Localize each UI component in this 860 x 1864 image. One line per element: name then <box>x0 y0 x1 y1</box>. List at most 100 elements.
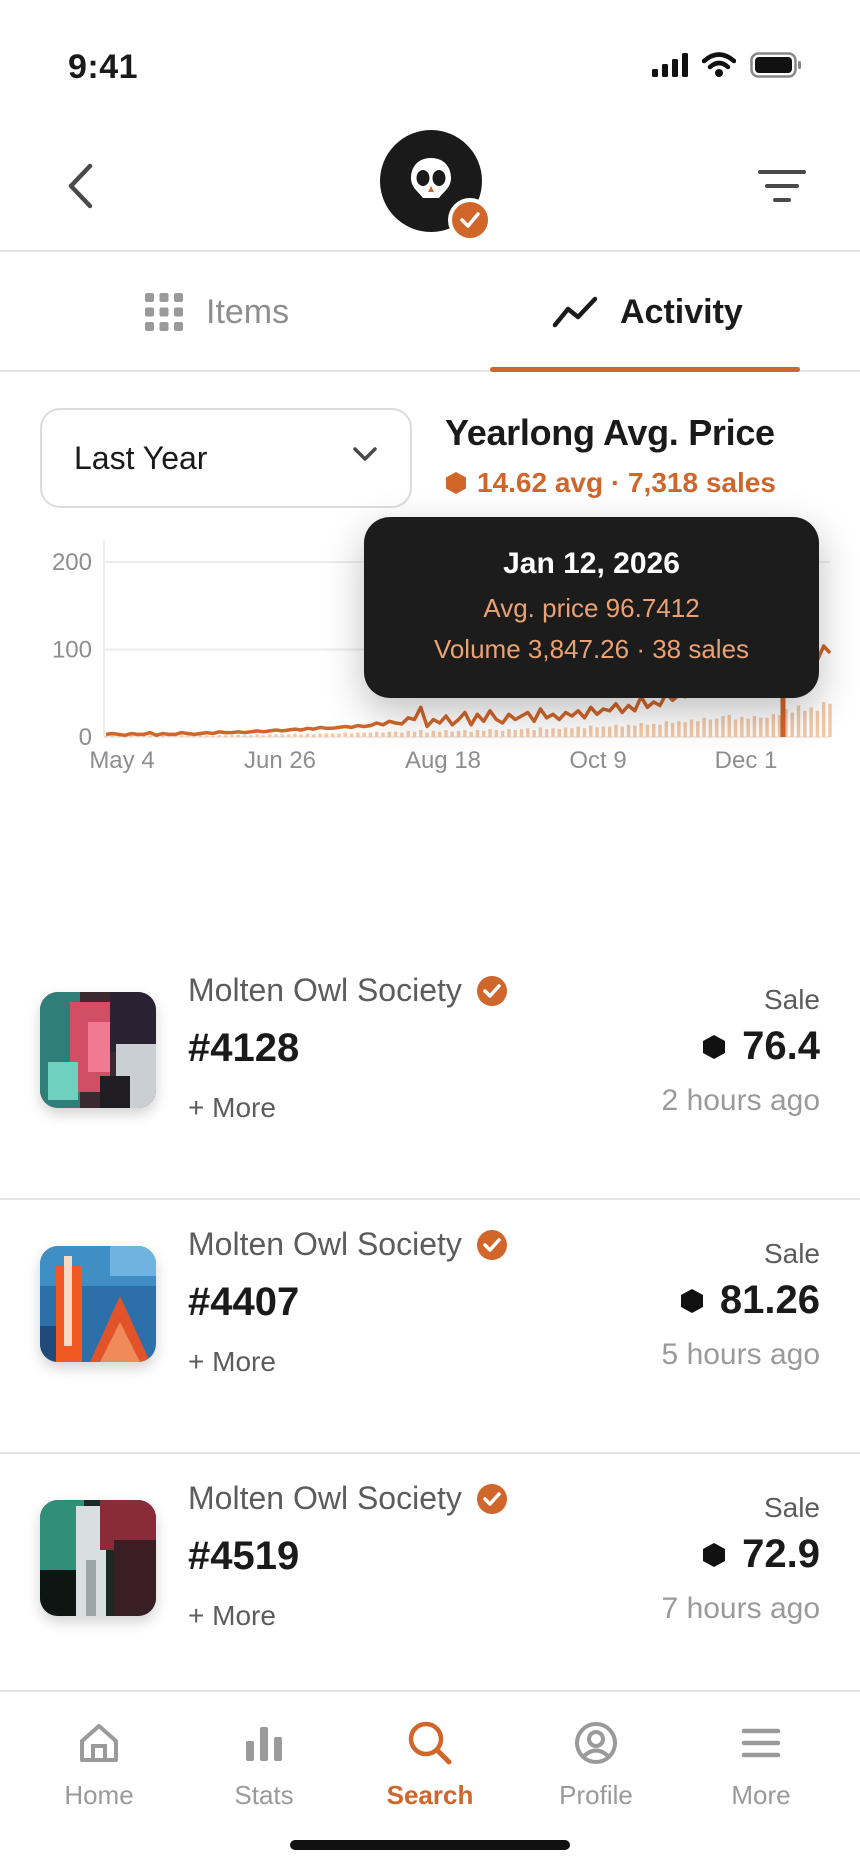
volume-bar <box>104 736 108 737</box>
time-range-dropdown[interactable]: Last Year <box>40 408 412 508</box>
volume-bar <box>595 727 599 737</box>
volume-bar <box>733 719 738 737</box>
volume-bar <box>324 733 329 737</box>
more-link[interactable]: + More <box>188 1346 276 1378</box>
volume-bar <box>790 712 794 737</box>
token-id[interactable]: #4128 <box>188 1026 299 1071</box>
nft-thumbnail[interactable] <box>40 1246 156 1362</box>
volume-bar <box>205 735 209 737</box>
volume-bar <box>362 732 366 737</box>
volume-bar <box>236 734 240 737</box>
chevron-down-icon <box>353 447 377 461</box>
volume-bar <box>286 734 291 737</box>
activity-row[interactable]: Molten Owl Society #4128 + More Sale 76.… <box>0 946 860 1200</box>
volume-bar <box>217 735 222 737</box>
filter-lines-icon <box>758 170 806 202</box>
more-link[interactable]: + More <box>188 1092 276 1124</box>
volume-bar <box>393 731 398 737</box>
volume-bar <box>469 731 473 737</box>
collection-name[interactable]: Molten Owl Society <box>188 972 508 1009</box>
currency-hexagon-icon <box>446 472 466 494</box>
volume-bar <box>551 728 555 737</box>
volume-bar <box>488 729 492 737</box>
volume-bar <box>280 734 284 737</box>
volume-bar <box>198 735 203 737</box>
sale-price: 72.9 <box>702 1532 820 1577</box>
chevron-left-icon <box>68 163 93 209</box>
activity-row[interactable]: Molten Owl Society #4519 + More Sale 72.… <box>0 1454 860 1708</box>
volume-bar <box>450 731 454 737</box>
volume-bar <box>400 732 404 737</box>
volume-bar <box>803 710 807 737</box>
volume-bar <box>752 716 757 737</box>
collection-name-text: Molten Owl Society <box>188 972 462 1008</box>
chart-title: Yearlong Avg. Price <box>445 412 775 453</box>
volume-bar <box>513 730 517 737</box>
y-tick-label: 200 <box>52 549 92 576</box>
collection-name[interactable]: Molten Owl Society <box>188 1480 508 1517</box>
more-link[interactable]: + More <box>188 1600 276 1632</box>
nft-thumbnail[interactable] <box>40 1500 156 1616</box>
volume-bar <box>633 725 637 737</box>
volume-bar <box>639 723 643 737</box>
filter-button[interactable] <box>754 160 810 212</box>
verified-badge <box>448 198 492 242</box>
volume-bar <box>299 734 303 737</box>
volume-bar <box>746 718 750 737</box>
time-ago: 5 hours ago <box>661 1338 820 1371</box>
volume-bar <box>475 730 480 737</box>
volume-bar <box>412 731 417 737</box>
nav-home[interactable]: Home <box>29 1716 169 1811</box>
back-button[interactable] <box>56 156 104 216</box>
nav-more[interactable]: More <box>691 1716 831 1811</box>
check-badge-icon <box>460 212 480 228</box>
volume-bar <box>255 734 259 737</box>
volume-bar <box>330 733 335 737</box>
nav-stats[interactable]: Stats <box>194 1716 334 1811</box>
activity-row[interactable]: Molten Owl Society #4407 + More Sale 81.… <box>0 1200 860 1454</box>
volume-bar <box>173 736 177 737</box>
volume-bar <box>696 721 700 737</box>
volume-bar <box>148 735 152 737</box>
collection-avatar[interactable] <box>380 130 492 242</box>
nav-more-label: More <box>731 1780 791 1810</box>
profile-icon <box>575 1722 617 1764</box>
volume-bar <box>614 724 618 737</box>
volume-bar <box>230 735 234 737</box>
nav-search[interactable]: Search <box>360 1716 500 1811</box>
volume-bar <box>431 730 436 737</box>
volume-bar <box>532 730 536 737</box>
battery-icon <box>750 52 801 78</box>
wifi-icon <box>702 52 736 77</box>
nav-profile[interactable]: Profile <box>526 1716 666 1811</box>
collection-name[interactable]: Molten Owl Society <box>188 1226 508 1263</box>
x-tick-label: Aug 18 <box>405 747 481 774</box>
volume-bar <box>419 730 423 737</box>
y-tick-label: 100 <box>52 637 92 664</box>
volume-bar <box>318 733 322 737</box>
status-bar: 9:41 <box>0 0 860 120</box>
volume-bar <box>482 730 486 737</box>
status-icons <box>652 52 802 78</box>
sale-price-value: 72.9 <box>742 1532 820 1576</box>
tab-items[interactable]: Items <box>144 252 289 372</box>
event-type: Sale <box>763 984 820 1015</box>
volume-bar <box>167 736 171 737</box>
volume-bar <box>809 707 813 737</box>
view-tabs: Items Activity <box>0 252 860 372</box>
activity-list: Molten Owl Society #4128 + More Sale 76.… <box>0 946 860 1708</box>
currency-hexagon-icon <box>680 1288 703 1313</box>
volume-bar <box>381 732 385 737</box>
volume-bar <box>582 728 587 737</box>
volume-bar <box>708 719 713 737</box>
volume-bar <box>702 717 706 737</box>
token-id[interactable]: #4519 <box>188 1534 299 1579</box>
time-ago: 2 hours ago <box>661 1084 820 1117</box>
nft-artwork <box>40 992 156 1108</box>
sale-price-value: 81.26 <box>719 1278 820 1322</box>
volume-bar <box>374 731 379 737</box>
token-id[interactable]: #4407 <box>188 1280 299 1325</box>
tab-activity[interactable]: Activity <box>552 252 743 372</box>
nft-thumbnail[interactable] <box>40 992 156 1108</box>
tab-items-label: Items <box>206 292 290 331</box>
